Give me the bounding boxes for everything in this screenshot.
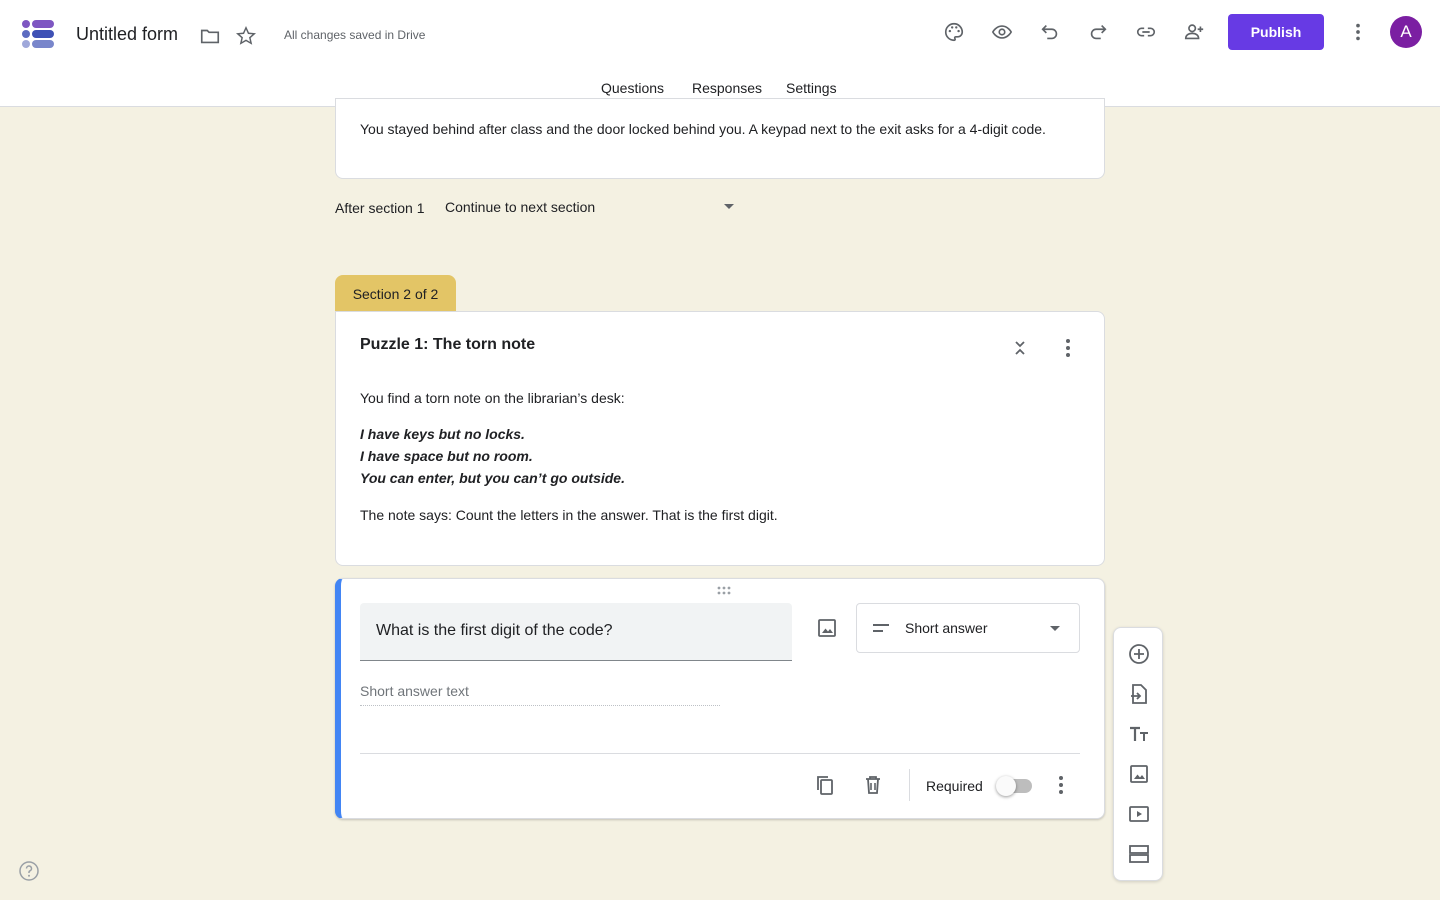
riddle-line: You can enter, but you can’t go outside. <box>360 470 625 486</box>
more-vert-icon[interactable] <box>1344 18 1372 46</box>
section-title[interactable]: Puzzle 1: The torn note <box>360 336 535 354</box>
riddle-line: I have space but no room. <box>360 448 533 464</box>
dropdown-caret-icon[interactable] <box>724 204 734 209</box>
add-video-icon[interactable] <box>1127 802 1151 826</box>
section-intro-text: You find a torn note on the librarian’s … <box>360 390 625 406</box>
add-collaborator-icon[interactable] <box>1180 18 1208 46</box>
short-answer-icon <box>873 624 889 632</box>
drag-handle-icon[interactable] <box>716 586 736 596</box>
tab-settings[interactable]: Settings <box>786 80 837 96</box>
form-title[interactable]: Untitled form <box>76 24 178 45</box>
save-status: All changes saved in Drive <box>284 28 426 42</box>
publish-button[interactable]: Publish <box>1228 14 1324 50</box>
section-more-icon[interactable] <box>1056 336 1080 360</box>
collapse-section-icon[interactable] <box>1008 336 1032 360</box>
add-image-icon[interactable] <box>815 616 839 640</box>
question-type-select[interactable]: Short answer <box>856 603 1080 653</box>
section-tab: Section 2 of 2 <box>335 275 456 312</box>
duplicate-icon[interactable] <box>813 773 837 797</box>
app-header: Untitled form All changes saved in Drive… <box>0 0 1440 107</box>
delete-icon[interactable] <box>861 773 885 797</box>
floating-toolbar <box>1113 627 1163 881</box>
short-answer-placeholder: Short answer text <box>360 683 720 706</box>
dropdown-caret-icon <box>1050 626 1060 631</box>
after-section-select[interactable]: Continue to next section <box>445 199 745 219</box>
question-more-icon[interactable] <box>1049 773 1073 797</box>
section-1-description: You stayed behind after class and the do… <box>360 121 1046 137</box>
redo-icon[interactable] <box>1084 18 1112 46</box>
link-icon[interactable] <box>1132 18 1160 46</box>
add-section-icon[interactable] <box>1127 842 1151 866</box>
tab-responses[interactable]: Responses <box>692 80 762 96</box>
add-title-icon[interactable] <box>1127 722 1151 746</box>
required-toggle[interactable] <box>996 776 1032 796</box>
palette-icon[interactable] <box>940 18 968 46</box>
section-instruction-text: The note says: Count the letters in the … <box>360 507 778 523</box>
import-questions-icon[interactable] <box>1127 682 1151 706</box>
divider <box>909 769 910 801</box>
tab-questions[interactable]: Questions <box>601 80 664 96</box>
question-type-label: Short answer <box>905 620 988 636</box>
required-label: Required <box>926 778 983 794</box>
section-2-card[interactable]: Puzzle 1: The torn note You find a torn … <box>335 311 1105 566</box>
question-card[interactable]: What is the first digit of the code? Sho… <box>335 578 1105 819</box>
add-question-icon[interactable] <box>1127 642 1151 666</box>
undo-icon[interactable] <box>1036 18 1064 46</box>
after-section-label: After section 1 <box>335 200 425 216</box>
toggle-thumb <box>996 776 1016 796</box>
add-image-icon[interactable] <box>1127 762 1151 786</box>
preview-eye-icon[interactable] <box>988 18 1016 46</box>
star-icon[interactable] <box>232 22 260 50</box>
riddle-line: I have keys but no locks. <box>360 426 525 442</box>
move-to-folder-icon[interactable] <box>196 22 224 50</box>
avatar[interactable]: A <box>1390 16 1422 48</box>
question-title-text[interactable]: What is the first digit of the code? <box>376 622 613 640</box>
help-icon[interactable] <box>18 860 40 882</box>
section-1-card[interactable]: You stayed behind after class and the do… <box>335 98 1105 179</box>
divider <box>360 753 1080 754</box>
forms-logo-icon[interactable] <box>20 16 56 52</box>
question-title-field[interactable]: What is the first digit of the code? <box>360 603 792 661</box>
